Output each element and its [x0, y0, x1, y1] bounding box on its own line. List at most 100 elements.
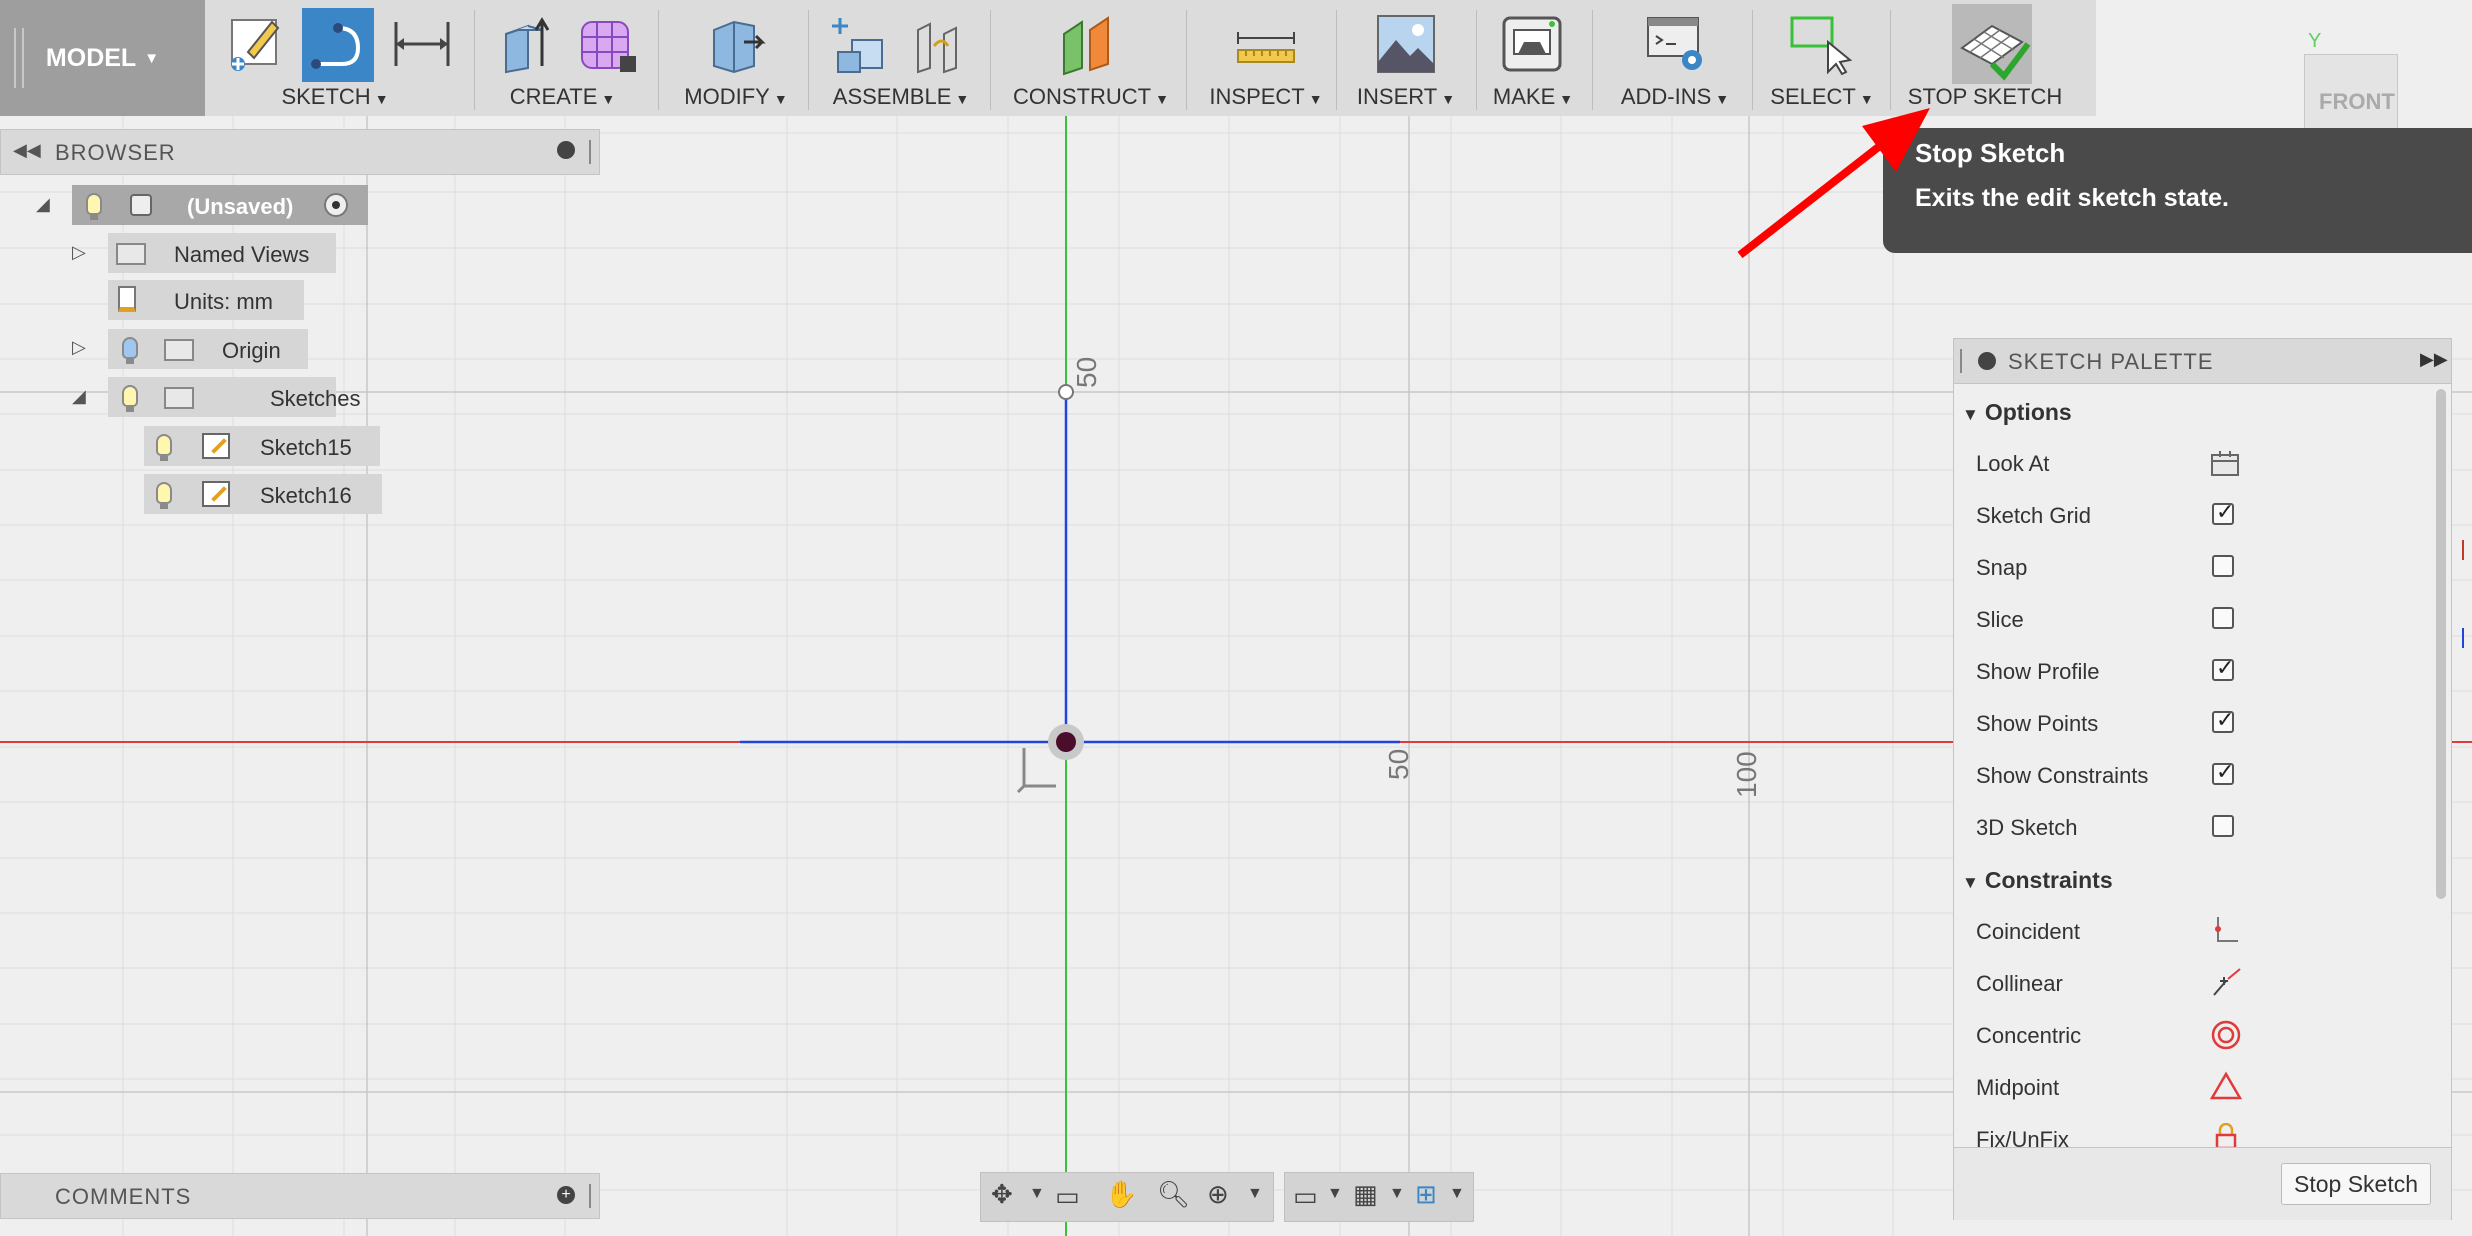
- expand-triangle-icon[interactable]: ◢: [36, 194, 50, 215]
- lightbulb-icon[interactable]: [156, 434, 172, 461]
- dimension-icon[interactable]: [390, 12, 454, 76]
- extrude-icon[interactable]: [498, 12, 562, 76]
- panel-grip[interactable]: [1960, 349, 1962, 373]
- comments-title: COMMENTS: [55, 1184, 192, 1209]
- browser-item-sketch15[interactable]: Sketch15: [144, 426, 380, 466]
- toolbar-group-insert[interactable]: INSERT ▼: [1340, 0, 1472, 116]
- browser-item-label: Sketch16: [260, 483, 352, 508]
- folder-icon: [116, 243, 146, 265]
- collinear-icon[interactable]: [2212, 967, 2242, 997]
- constraints-heading[interactable]: ▼ Constraints: [1962, 867, 2113, 894]
- lightbulb-icon[interactable]: [122, 337, 138, 364]
- zoom-icon[interactable]: 🔍︎: [1157, 1179, 1190, 1210]
- sketch-grid-checkbox[interactable]: [2212, 499, 2234, 525]
- chevron-down-icon[interactable]: ▼: [1247, 1185, 1263, 1203]
- toolbar-group-assemble[interactable]: ASSEMBLE ▼: [812, 0, 990, 116]
- slice-checkbox[interactable]: [2212, 607, 2234, 629]
- collapsed-triangle-icon[interactable]: ▷: [72, 337, 86, 358]
- look-at-icon[interactable]: ▭: [1055, 1181, 1080, 1212]
- measure-icon[interactable]: [1234, 12, 1298, 76]
- chevron-down-icon[interactable]: ▼: [1389, 1185, 1405, 1203]
- sketch-palette-header[interactable]: SKETCH PALETTE ▶▶: [1954, 339, 2451, 384]
- snap-checkbox[interactable]: [2212, 555, 2234, 577]
- units-icon: [118, 286, 136, 312]
- toolbar-group-create[interactable]: CREATE ▼: [480, 0, 645, 116]
- browser-item-origin[interactable]: Origin: [108, 329, 308, 369]
- activate-radio-icon[interactable]: [324, 193, 348, 217]
- browser-item-named-views[interactable]: Named Views: [108, 233, 336, 273]
- browser-item-sketches[interactable]: Sketches: [108, 377, 361, 417]
- chevron-down-icon[interactable]: ▼: [1449, 1185, 1465, 1203]
- create-sketch-icon[interactable]: [226, 12, 290, 76]
- constraint-label: Collinear: [1976, 971, 2063, 996]
- chevron-down-icon: ▼: [1559, 91, 1574, 107]
- browser-item-sketch16[interactable]: Sketch16: [144, 474, 382, 514]
- toolbar-group-make[interactable]: MAKE ▼: [1478, 0, 1588, 116]
- option-label: Show Constraints: [1976, 763, 2149, 788]
- expand-right-icon[interactable]: ▶▶: [2420, 349, 2448, 370]
- grid-settings-icon[interactable]: ▦: [1353, 1179, 1378, 1210]
- toolbar-group-inspect[interactable]: INSPECT ▼: [1196, 0, 1336, 116]
- folder-icon: [164, 387, 194, 409]
- toolbar-separator: [1476, 10, 1477, 110]
- option-label: 3D Sketch: [1976, 815, 2078, 840]
- 3d-sketch-checkbox[interactable]: [2212, 815, 2234, 837]
- viewports-icon[interactable]: ⊞: [1415, 1179, 1437, 1210]
- look-at-icon[interactable]: [2210, 449, 2240, 477]
- scripts-addins-icon[interactable]: [1644, 12, 1708, 76]
- toolbar-grip[interactable]: [14, 28, 24, 88]
- collapse-left-icon[interactable]: ◀◀: [13, 140, 41, 161]
- palette-scrollbar[interactable]: [2436, 389, 2446, 899]
- toolbar-group-sketch[interactable]: SKETCH ▼: [210, 0, 460, 116]
- constraint-label: Concentric: [1976, 1023, 2082, 1048]
- options-heading[interactable]: ▼ Options: [1962, 399, 2072, 426]
- midpoint-icon[interactable]: [2210, 1071, 2242, 1101]
- coincident-icon[interactable]: [2212, 915, 2240, 945]
- zoom-window-icon[interactable]: ⊕: [1207, 1179, 1229, 1210]
- new-component-icon[interactable]: [828, 12, 892, 76]
- canvas-image-icon[interactable]: [1374, 12, 1438, 76]
- show-points-checkbox[interactable]: [2212, 707, 2234, 733]
- orbit-icon[interactable]: ✥: [991, 1179, 1013, 1210]
- joint-icon[interactable]: [908, 12, 972, 76]
- option-label: Sketch Grid: [1976, 503, 2091, 528]
- browser-header[interactable]: ◀◀ BROWSER: [0, 129, 600, 175]
- lightbulb-icon[interactable]: [86, 193, 102, 220]
- minimize-icon[interactable]: [1978, 352, 1996, 370]
- option-label: Look At: [1976, 451, 2050, 476]
- display-settings-icon[interactable]: ▭: [1293, 1181, 1318, 1212]
- press-pull-icon[interactable]: [704, 12, 768, 76]
- toolbar-group-construct[interactable]: CONSTRUCT ▼: [1000, 0, 1182, 116]
- chevron-down-icon[interactable]: ▼: [1029, 1185, 1045, 1203]
- browser-item-units[interactable]: Units: mm: [108, 280, 304, 320]
- minimize-icon[interactable]: [557, 141, 575, 159]
- form-icon[interactable]: [576, 12, 640, 76]
- lightbulb-icon[interactable]: [156, 482, 172, 509]
- toolbar-group-modify[interactable]: MODIFY ▼: [662, 0, 810, 116]
- concentric-icon[interactable]: [2210, 1019, 2242, 1051]
- browser-root-item[interactable]: (Unsaved): [72, 185, 368, 225]
- chevron-down-icon[interactable]: ▼: [1327, 1185, 1343, 1203]
- chevron-down-icon: ▼: [1155, 91, 1169, 107]
- stop-sketch-palette-button[interactable]: Stop Sketch: [2281, 1163, 2431, 1205]
- origin-point[interactable]: [1056, 732, 1076, 752]
- 3d-print-icon[interactable]: [1500, 12, 1564, 76]
- comments-bar[interactable]: COMMENTS +: [0, 1173, 600, 1219]
- pan-icon[interactable]: ✋: [1105, 1179, 1137, 1210]
- show-profile-checkbox[interactable]: [2212, 655, 2234, 681]
- panel-grip[interactable]: [589, 1184, 591, 1208]
- collapsed-triangle-icon[interactable]: ▷: [72, 242, 86, 263]
- panel-grip[interactable]: [589, 140, 591, 164]
- show-constraints-checkbox[interactable]: [2212, 759, 2234, 785]
- offset-plane-icon[interactable]: [1056, 12, 1120, 76]
- add-comment-icon[interactable]: +: [557, 1186, 575, 1204]
- view-cube[interactable]: Y FRONT: [2300, 30, 2440, 140]
- fix-icon[interactable]: [2214, 1123, 2238, 1149]
- stop-sketch-button[interactable]: [1952, 4, 2032, 84]
- sketch-palette: SKETCH PALETTE ▶▶ ▼ Options Look At Sketc…: [1953, 338, 2452, 1220]
- expanded-triangle-icon[interactable]: ◢: [72, 386, 86, 407]
- lightbulb-icon[interactable]: [122, 385, 138, 412]
- line-tool-active-bg[interactable]: [302, 8, 374, 82]
- workspace-switcher[interactable]: MODEL ▼: [0, 0, 205, 116]
- select-icon[interactable]: [1788, 12, 1852, 76]
